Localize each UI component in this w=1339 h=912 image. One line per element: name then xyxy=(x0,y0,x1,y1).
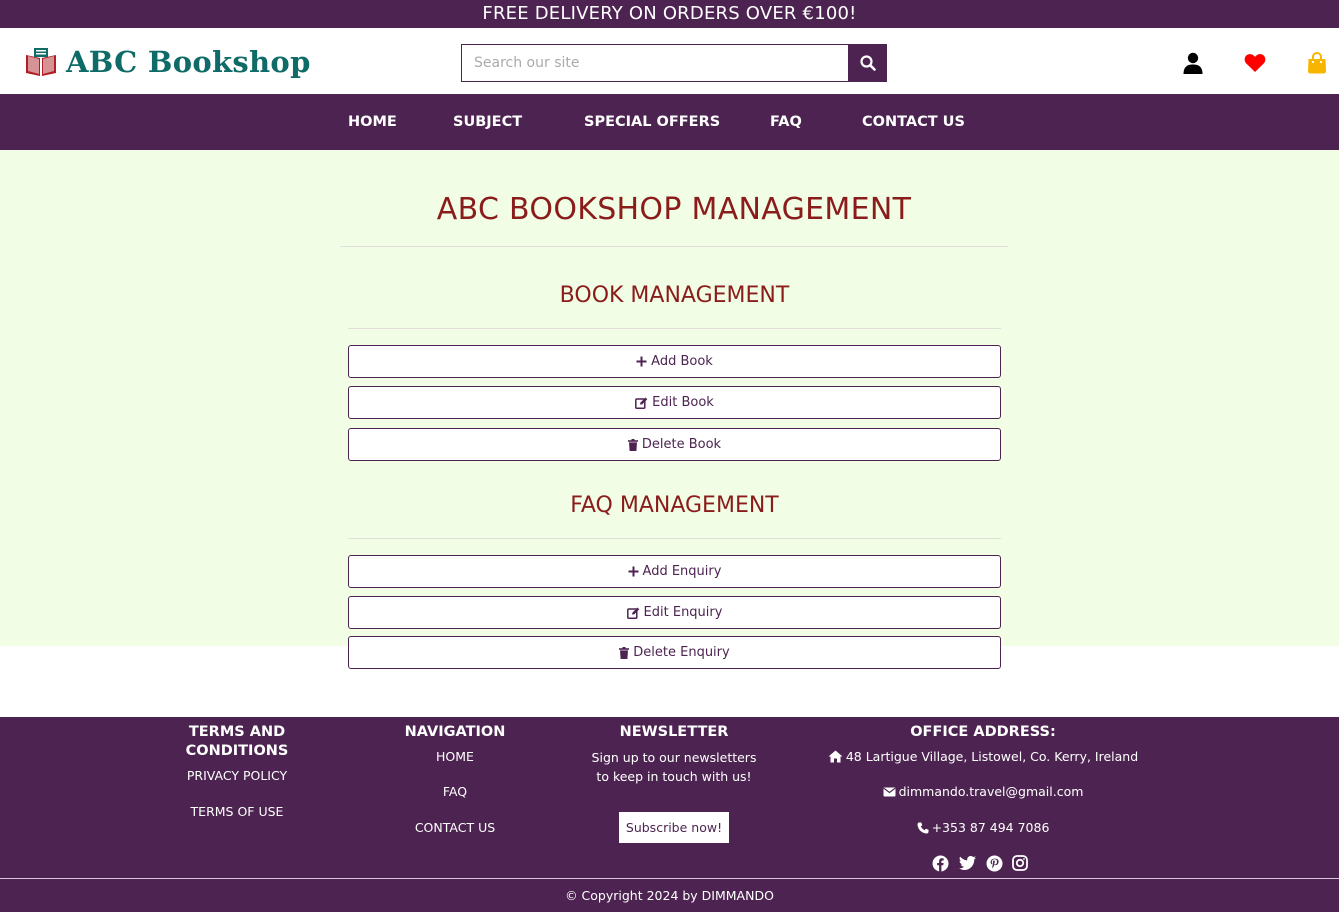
logo-text: ABC Bookshop xyxy=(66,45,311,79)
office-phone[interactable]: +353 87 494 7086 xyxy=(820,820,1146,835)
facebook-icon xyxy=(932,855,948,872)
site-logo[interactable]: ABC Bookshop xyxy=(24,45,311,79)
edit-enquiry-label: Edit Enquiry xyxy=(643,605,723,620)
site-footer: TERMS AND CONDITIONS PRIVACY POLICY TERM… xyxy=(0,717,1339,912)
delete-enquiry-label: Delete Enquiry xyxy=(633,645,730,660)
shopping-bag-icon xyxy=(1308,52,1326,74)
user-icon xyxy=(1183,52,1203,74)
title-divider xyxy=(340,246,1008,247)
newsletter-title: NEWSLETTER xyxy=(619,724,729,740)
plus-icon xyxy=(628,566,639,577)
instagram-icon xyxy=(1012,855,1028,871)
instagram-link[interactable] xyxy=(1011,854,1029,872)
newsletter-text: Sign up to our newsletters to keep in to… xyxy=(574,748,774,786)
add-book-button[interactable]: Add Book xyxy=(348,345,1001,378)
faq-section-divider xyxy=(348,538,1001,539)
footer-navigation-title: NAVIGATION xyxy=(404,724,506,740)
heart-icon xyxy=(1244,54,1266,72)
edit-icon xyxy=(626,607,639,619)
delete-enquiry-button[interactable]: Delete Enquiry xyxy=(348,636,1001,669)
twitter-link[interactable] xyxy=(958,854,976,872)
twitter-icon xyxy=(958,856,976,870)
search-icon xyxy=(859,55,876,71)
search-bar xyxy=(461,44,887,82)
footer-divider xyxy=(0,878,1339,879)
account-button[interactable] xyxy=(1181,51,1205,75)
delete-book-label: Delete Book xyxy=(641,437,722,452)
edit-enquiry-button[interactable]: Edit Enquiry xyxy=(348,596,1001,629)
book-section-divider xyxy=(348,328,1001,329)
search-input[interactable] xyxy=(461,44,848,82)
office-phone-text: +353 87 494 7086 xyxy=(931,820,1050,835)
terms-title-line2: CONDITIONS xyxy=(185,743,289,759)
office-email[interactable]: dimmando.travel@gmail.com xyxy=(820,784,1146,799)
office-email-text: dimmando.travel@gmail.com xyxy=(898,784,1084,799)
trash-icon xyxy=(627,438,638,451)
nav-subject[interactable]: SUBJECT xyxy=(453,94,522,150)
edit-book-label: Edit Book xyxy=(652,395,714,410)
footer-faq-link[interactable]: FAQ xyxy=(375,784,535,799)
faq-management-title: FAQ MANAGEMENT xyxy=(570,493,779,518)
search-button[interactable] xyxy=(848,44,887,82)
edit-icon xyxy=(635,397,648,409)
office-address-title: OFFICE ADDRESS: xyxy=(910,724,1056,740)
nav-home[interactable]: HOME xyxy=(348,94,397,150)
terms-title-line1: TERMS AND xyxy=(188,724,286,740)
page-title: ABC BOOKSHOP MANAGEMENT xyxy=(436,192,912,227)
phone-icon xyxy=(917,822,929,833)
office-address-text: 48 Lartigue Village, Listowel, Co. Kerry… xyxy=(845,749,1139,764)
copyright: © Copyright 2024 by DIMMANDO xyxy=(565,888,774,903)
footer-home-link[interactable]: HOME xyxy=(375,749,535,764)
add-book-label: Add Book xyxy=(651,354,713,369)
plus-icon xyxy=(636,356,647,367)
newsletter-text-line2: to keep in touch with us! xyxy=(596,769,752,784)
privacy-policy-link[interactable]: PRIVACY POLICY xyxy=(157,768,317,783)
office-address: 48 Lartigue Village, Listowel, Co. Kerry… xyxy=(820,749,1146,764)
terms-title: TERMS AND CONDITIONS xyxy=(157,723,317,761)
nav-contact-us[interactable]: CONTACT US xyxy=(862,94,965,150)
cart-button[interactable] xyxy=(1305,51,1329,75)
subscribe-button[interactable]: Subscribe now! xyxy=(619,812,729,843)
newsletter-text-line1: Sign up to our newsletters xyxy=(591,750,757,765)
pinterest-link[interactable] xyxy=(985,854,1003,872)
book-logo-icon xyxy=(26,48,56,76)
pinterest-icon xyxy=(986,855,1002,871)
book-management-title: BOOK MANAGEMENT xyxy=(559,283,790,308)
delete-book-button[interactable]: Delete Book xyxy=(348,428,1001,461)
terms-of-use-link[interactable]: TERMS OF USE xyxy=(157,804,317,819)
footer-contact-link[interactable]: CONTACT US xyxy=(375,820,535,835)
envelope-icon xyxy=(883,787,896,796)
facebook-link[interactable] xyxy=(931,854,949,872)
home-icon xyxy=(828,750,843,763)
site-header: ABC Bookshop xyxy=(0,28,1339,94)
promo-banner: FREE DELIVERY ON ORDERS OVER €100! xyxy=(0,0,1339,28)
add-enquiry-label: Add Enquiry xyxy=(642,564,722,579)
nav-faq[interactable]: FAQ xyxy=(770,94,802,150)
trash-icon xyxy=(619,646,630,659)
wishlist-button[interactable] xyxy=(1243,51,1267,75)
main-nav: HOME SUBJECT SPECIAL OFFERS FAQ CONTACT … xyxy=(0,94,1339,150)
nav-special-offers[interactable]: SPECIAL OFFERS xyxy=(584,94,720,150)
add-enquiry-button[interactable]: Add Enquiry xyxy=(348,555,1001,588)
edit-book-button[interactable]: Edit Book xyxy=(348,386,1001,419)
